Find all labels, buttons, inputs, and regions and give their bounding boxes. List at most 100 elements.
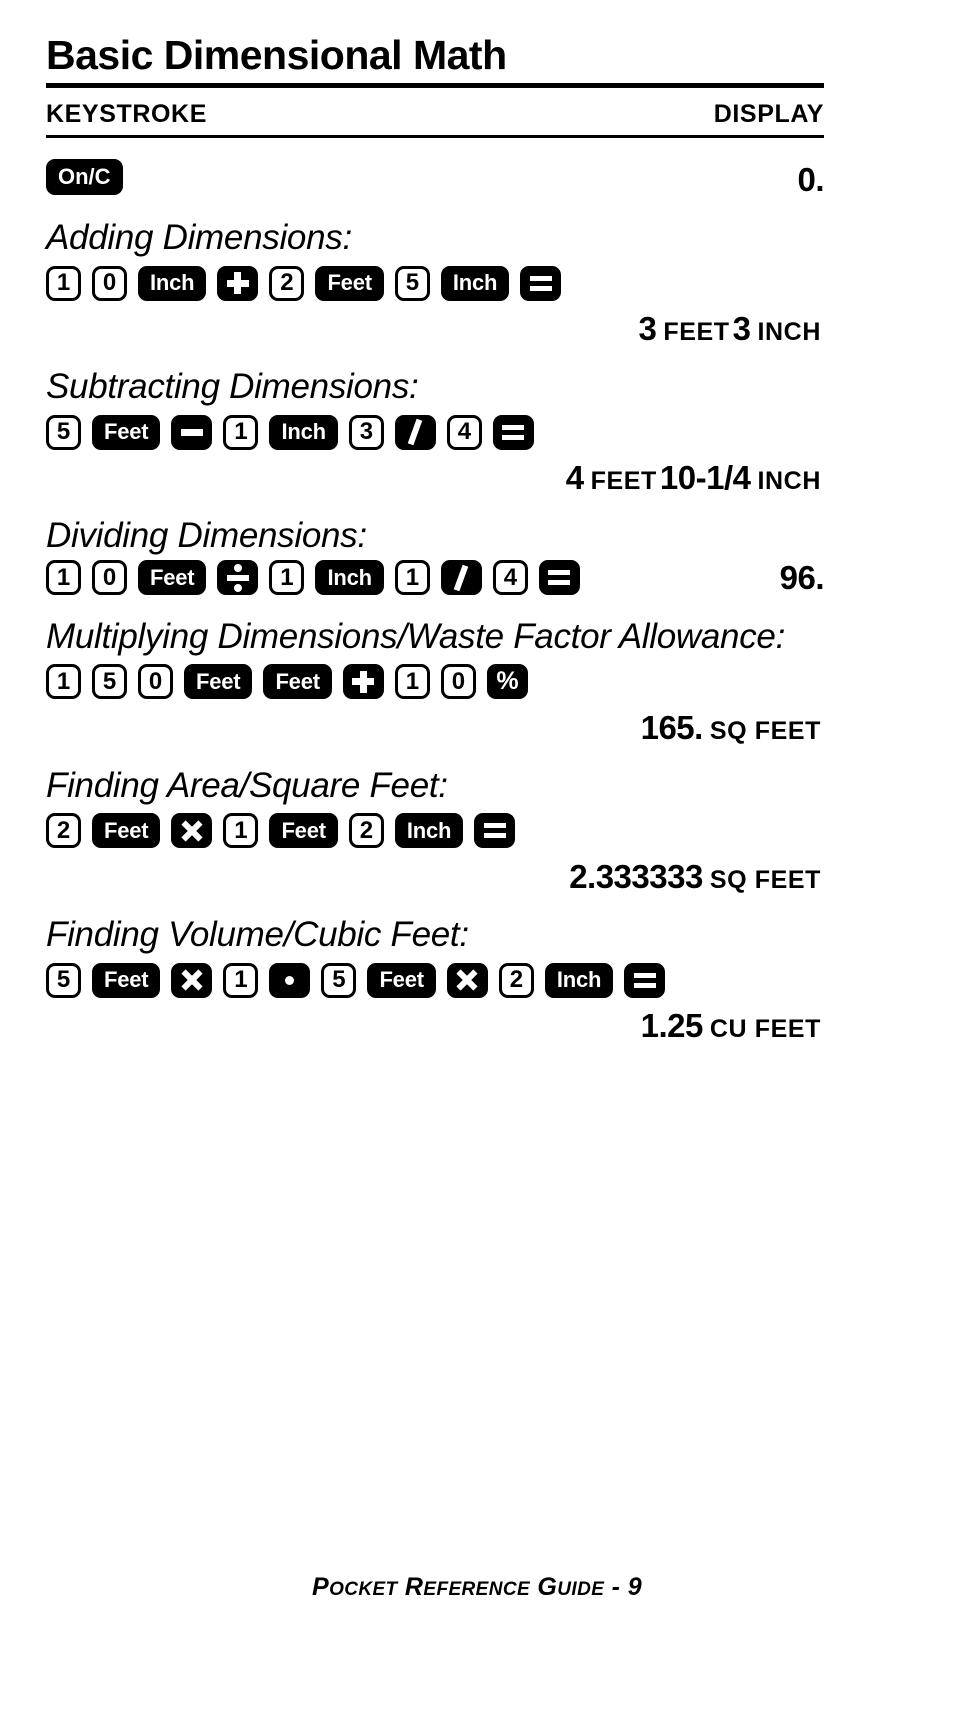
result-value: 10-1/4 bbox=[659, 459, 751, 497]
keystroke-sequence: 1 0 Inch 2 Feet 5 Inch bbox=[46, 263, 824, 303]
key-5[interactable]: 5 bbox=[46, 962, 81, 998]
keystroke-sequence: 1 0 Feet 1 Inch 1 4 bbox=[46, 558, 580, 598]
key-inch[interactable]: Inch bbox=[544, 962, 614, 998]
key-4[interactable]: 4 bbox=[492, 560, 528, 596]
key-5[interactable]: 5 bbox=[92, 664, 127, 700]
key-feet[interactable]: Feet bbox=[92, 813, 161, 849]
key-times-icon[interactable] bbox=[171, 962, 213, 998]
key-2[interactable]: 2 bbox=[348, 813, 384, 849]
key-1[interactable]: 1 bbox=[223, 813, 259, 849]
section: Subtracting Dimensions: 5 Feet 1 Inch 3 4 4 FEET… bbox=[46, 367, 824, 497]
key-4[interactable]: 4 bbox=[446, 414, 482, 450]
result-value: 3 bbox=[732, 310, 751, 348]
display-initial: 0. bbox=[797, 161, 824, 199]
key-minus-icon[interactable] bbox=[171, 414, 213, 450]
key-divide-icon[interactable] bbox=[217, 560, 259, 596]
footer-word-rest: EFERENCE bbox=[423, 1579, 531, 1600]
display-value: 0. bbox=[797, 161, 824, 199]
header-divider bbox=[46, 135, 824, 139]
section: Multiplying Dimensions/Waste Factor Allo… bbox=[46, 617, 824, 747]
dot-icon bbox=[285, 975, 295, 985]
key-plus-icon[interactable] bbox=[217, 265, 259, 301]
column-header-display: DISPLAY bbox=[713, 100, 824, 129]
section-title: Subtracting Dimensions: bbox=[46, 367, 419, 407]
key-1[interactable]: 1 bbox=[46, 265, 81, 301]
key-feet[interactable]: Feet bbox=[92, 414, 161, 450]
column-header-keystroke: KEYSTROKE bbox=[46, 100, 207, 129]
key-dot-icon[interactable] bbox=[269, 962, 311, 998]
key-inch[interactable]: Inch bbox=[394, 813, 464, 849]
footer-text: POCKET REFERENCE GUIDE - 9 bbox=[312, 1573, 642, 1601]
slash-icon bbox=[452, 566, 470, 590]
key-percent-icon[interactable]: % bbox=[486, 664, 528, 700]
result-unit: FEET bbox=[590, 467, 657, 496]
key-1[interactable]: 1 bbox=[223, 414, 259, 450]
key-1[interactable]: 1 bbox=[394, 560, 430, 596]
result-unit: SQ FEET bbox=[709, 716, 821, 745]
key-feet[interactable]: Feet bbox=[263, 664, 332, 700]
key-3[interactable]: 3 bbox=[348, 414, 384, 450]
key-1[interactable]: 1 bbox=[46, 664, 81, 700]
minus-icon bbox=[180, 428, 203, 436]
key-inch[interactable]: Inch bbox=[269, 414, 338, 450]
section-title: Dividing Dimensions: bbox=[46, 516, 367, 556]
key-1[interactable]: 1 bbox=[223, 962, 259, 998]
key-0[interactable]: 0 bbox=[138, 664, 173, 700]
key-plus-icon[interactable] bbox=[342, 664, 384, 700]
result-value: 2.333333 bbox=[569, 857, 703, 895]
key-times-icon[interactable] bbox=[446, 962, 488, 998]
key-times-icon[interactable] bbox=[171, 813, 213, 849]
key-1[interactable]: 1 bbox=[394, 664, 430, 700]
sections-container: Adding Dimensions: 1 0 Inch 2 Feet 5 Inch 3 FEET3… bbox=[46, 218, 825, 1045]
key-equals-icon[interactable] bbox=[538, 560, 580, 596]
display-result: 165. SQ FEET bbox=[46, 709, 824, 747]
key-feet[interactable]: Feet bbox=[138, 560, 207, 596]
power-row: On/C 0. bbox=[46, 154, 824, 199]
key-2[interactable]: 2 bbox=[269, 265, 305, 301]
section-title: Finding Area/Square Feet: bbox=[46, 765, 448, 805]
times-icon bbox=[181, 969, 203, 991]
key-0[interactable]: 0 bbox=[92, 265, 127, 301]
key-on-c[interactable]: On/C bbox=[46, 158, 123, 195]
key-5[interactable]: 5 bbox=[321, 962, 357, 998]
key-5[interactable]: 5 bbox=[394, 265, 430, 301]
key-slash-icon[interactable] bbox=[394, 414, 436, 450]
key-equals-icon[interactable] bbox=[520, 265, 562, 301]
section: Finding Volume/Cubic Feet: 5 Feet 1 5 Feet 2 In… bbox=[46, 915, 824, 1045]
key-equals-icon[interactable] bbox=[492, 414, 534, 450]
key-feet[interactable]: Feet bbox=[92, 962, 161, 998]
section-title: Finding Volume/Cubic Feet: bbox=[46, 914, 469, 954]
display-result: 4 FEET10-1/4 INCH bbox=[46, 459, 824, 497]
footer-word-rest: OCKET bbox=[329, 1579, 398, 1600]
section-title: Adding Dimensions: bbox=[46, 218, 352, 258]
footer-word-rest: UIDE bbox=[557, 1579, 605, 1600]
key-feet[interactable]: Feet bbox=[367, 962, 436, 998]
key-2[interactable]: 2 bbox=[46, 813, 81, 849]
key-equals-icon[interactable] bbox=[474, 813, 516, 849]
result-unit: INCH bbox=[757, 318, 821, 347]
key-1[interactable]: 1 bbox=[269, 560, 305, 596]
column-headers: KEYSTROKE DISPLAY bbox=[46, 88, 824, 135]
key-slash-icon[interactable] bbox=[440, 560, 482, 596]
key-feet[interactable]: Feet bbox=[315, 265, 384, 301]
key-0[interactable]: 0 bbox=[92, 560, 127, 596]
result-unit: SQ FEET bbox=[709, 865, 821, 894]
result-unit: INCH bbox=[757, 467, 821, 496]
key-feet[interactable]: Feet bbox=[184, 664, 253, 700]
key-feet[interactable]: Feet bbox=[269, 813, 338, 849]
keystroke-display-row: 1 0 Feet 1 Inch 1 4 96. bbox=[46, 558, 825, 598]
key-0[interactable]: 0 bbox=[440, 664, 476, 700]
key-inch[interactable]: Inch bbox=[440, 265, 510, 301]
key-2[interactable]: 2 bbox=[498, 962, 534, 998]
plus-icon bbox=[226, 272, 249, 295]
key-inch[interactable]: Inch bbox=[138, 265, 207, 301]
result-unit: FEET bbox=[663, 318, 730, 347]
key-inch[interactable]: Inch bbox=[315, 560, 384, 596]
key-1[interactable]: 1 bbox=[46, 560, 81, 596]
footer-word-initial: P bbox=[311, 1573, 330, 1601]
display-result: 3 FEET3 INCH bbox=[46, 310, 824, 348]
key-5[interactable]: 5 bbox=[46, 414, 81, 450]
keystroke-sequence: 5 Feet 1 Inch 3 4 bbox=[46, 412, 824, 452]
result-value: 3 bbox=[638, 310, 657, 348]
key-equals-icon[interactable] bbox=[624, 962, 666, 998]
